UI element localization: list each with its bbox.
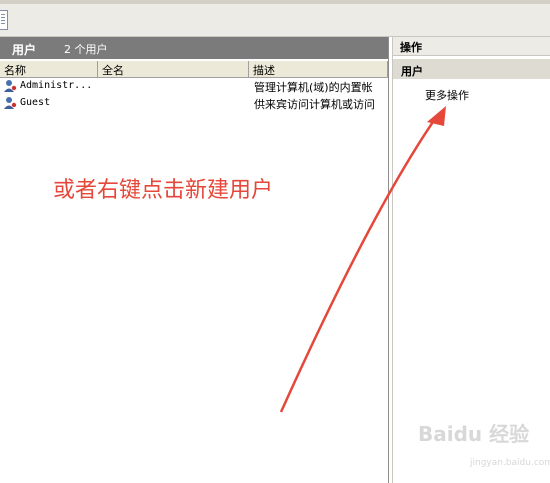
watermark-url: jingyan.baidu.com xyxy=(470,458,550,468)
row-description: 管理计算机(域)的内置帐 xyxy=(254,81,373,94)
actions-header-label: 操作 xyxy=(400,41,422,54)
user-list-pane: 用户 2 个用户 名称 全名 描述 Administr... 管理计算机(域)的… xyxy=(0,37,389,483)
list-title-bar: 用户 2 个用户 xyxy=(0,37,388,59)
row-name: Guest xyxy=(20,97,51,108)
row-description: 供来宾访问计算机或访问 xyxy=(254,98,375,111)
list-count: 2 个用户 xyxy=(64,43,108,56)
annotation-text: 或者右键点击新建用户 xyxy=(53,178,274,203)
actions-header: 操作 xyxy=(393,37,550,56)
list-title: 用户 xyxy=(12,43,37,57)
toolbar-edge xyxy=(0,0,550,4)
table-row[interactable]: Guest 供来宾访问计算机或访问 xyxy=(0,96,388,111)
column-fullname[interactable]: 全名 xyxy=(98,61,249,78)
actions-section-label: 用户 xyxy=(401,65,423,78)
watermark-logo: Baidu 经验 xyxy=(418,422,530,446)
user-icon xyxy=(4,97,17,109)
user-icon xyxy=(4,80,17,92)
table-row[interactable]: Administr... 管理计算机(域)的内置帐 xyxy=(0,79,388,94)
column-description[interactable]: 描述 xyxy=(249,61,388,78)
column-name[interactable]: 名称 xyxy=(0,61,98,78)
actions-pane: 操作 用户 更多操作 xyxy=(392,37,550,483)
more-actions-link[interactable]: 更多操作 xyxy=(425,87,469,103)
toolbar xyxy=(0,0,550,37)
row-name: Administr... xyxy=(20,80,93,91)
actions-section-users[interactable]: 用户 xyxy=(393,59,550,79)
toolbar-list-icon[interactable] xyxy=(0,10,8,30)
